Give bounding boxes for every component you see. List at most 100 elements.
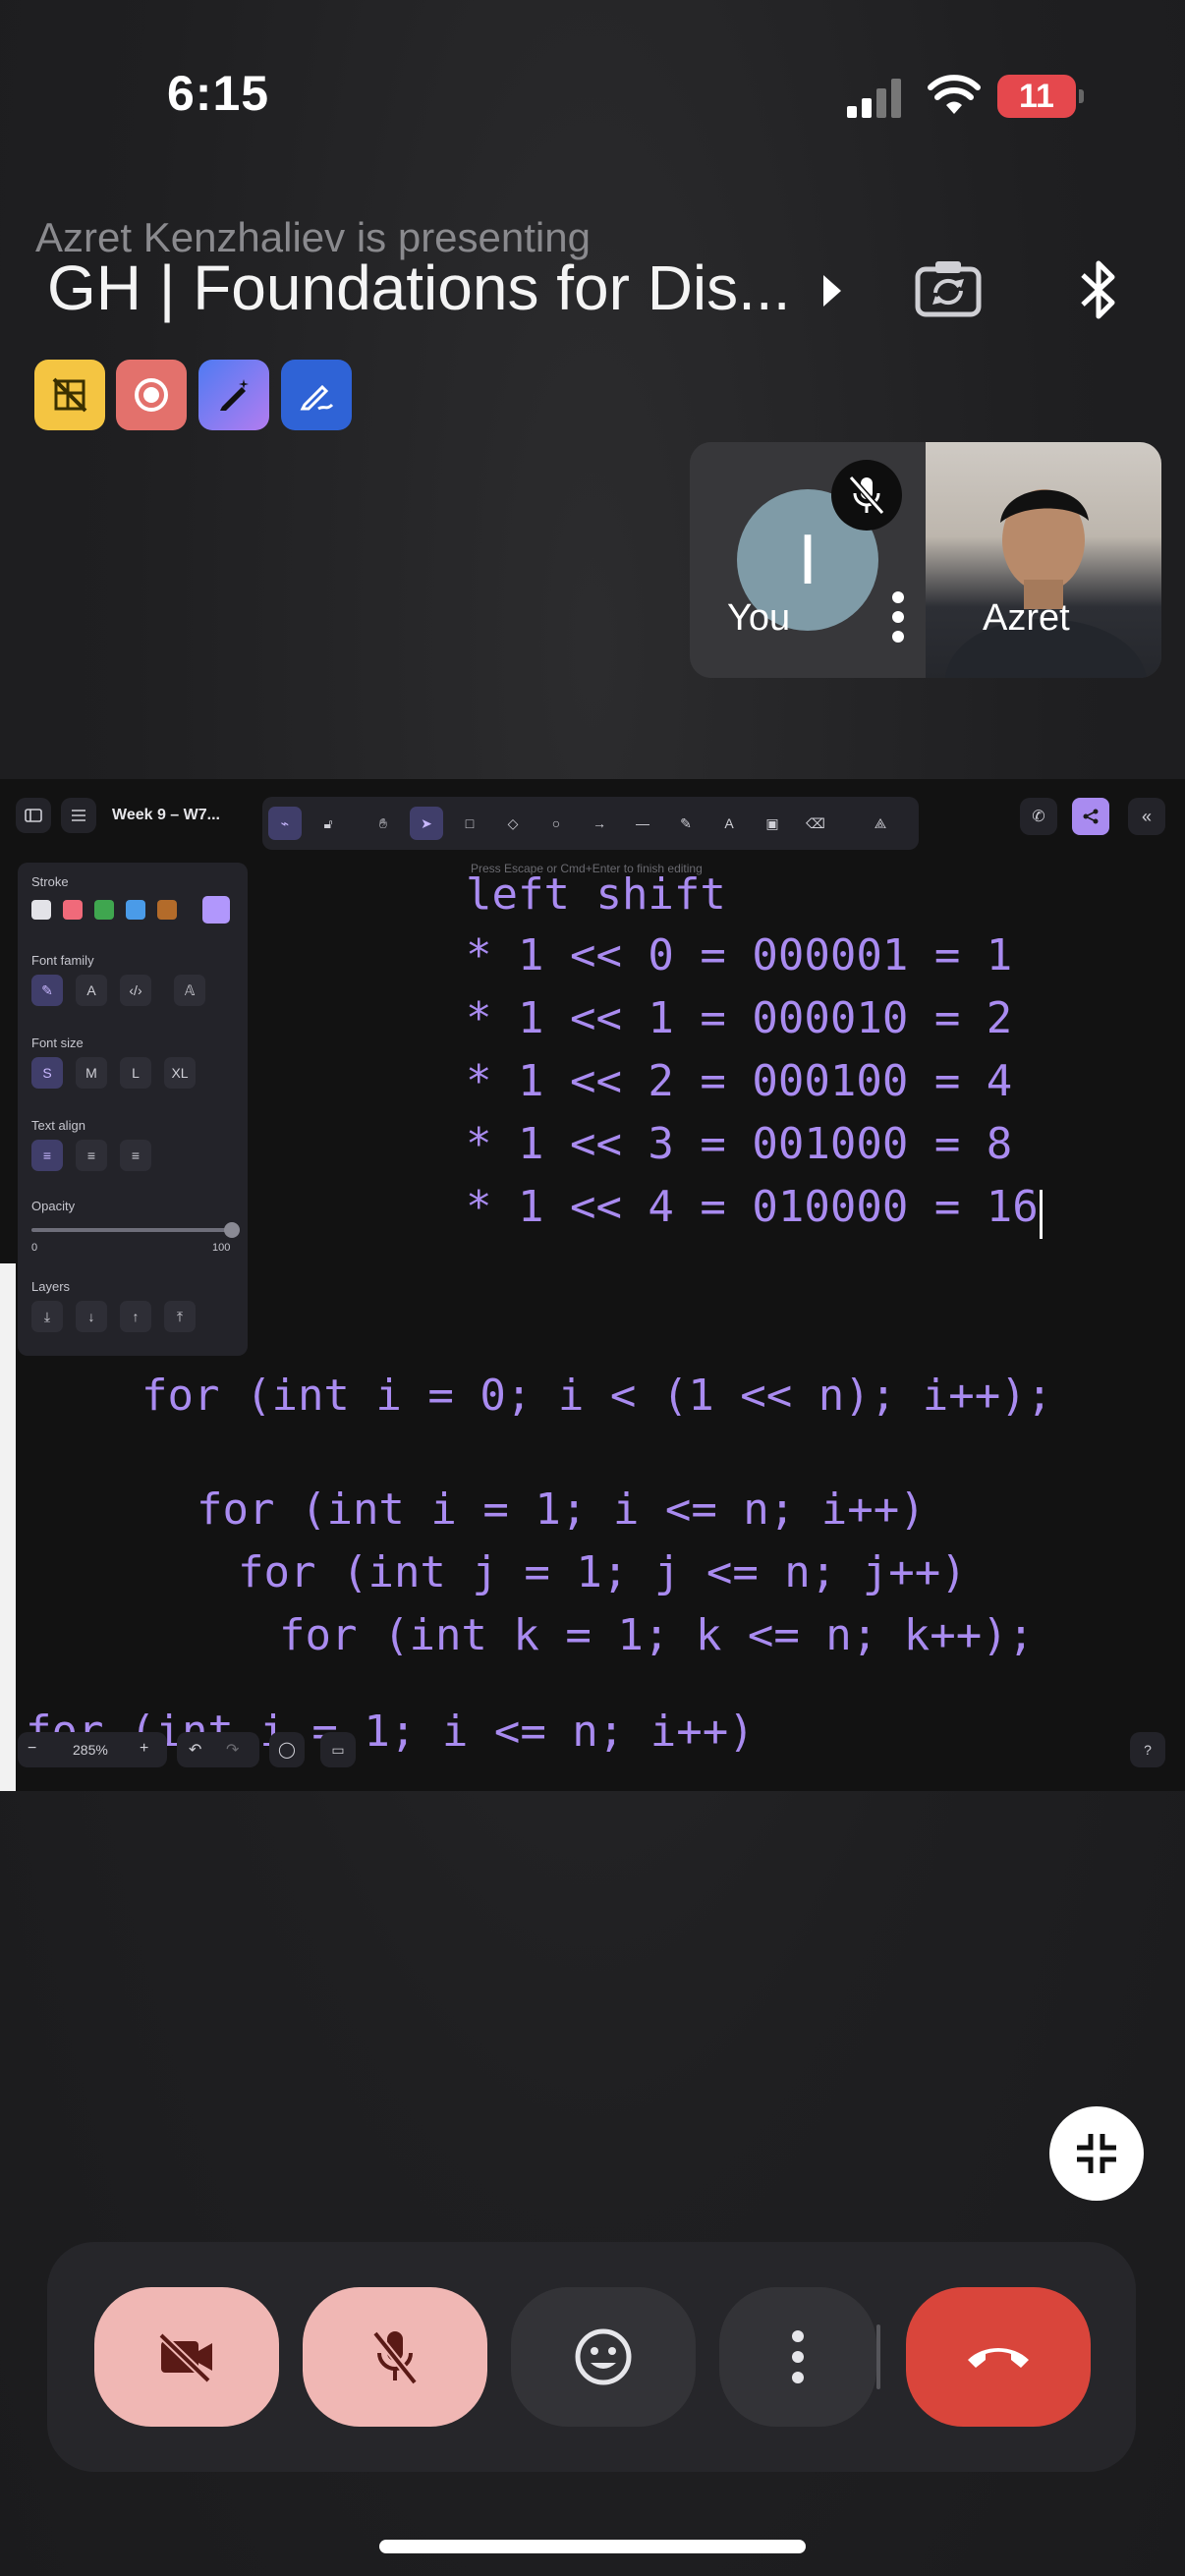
lock-icon[interactable]: 🔓︎ — [311, 807, 345, 840]
more-options-button[interactable] — [719, 2287, 876, 2427]
collapse-icon — [1077, 2134, 1116, 2173]
zoom-controls: − 285% + — [18, 1732, 167, 1767]
send-to-back-button[interactable]: ⤓ — [31, 1301, 63, 1332]
switch-camera-icon[interactable] — [914, 257, 983, 320]
camera-toggle-button[interactable] — [94, 2287, 279, 2427]
more-tools-icon[interactable]: ⟁ — [864, 807, 897, 840]
drawing-toolbar: ⌁ 🔓︎ ✋︎ ➤ □ ◇ ○ → — ✎ A ▣ ⌫ ⟁ — [262, 797, 919, 850]
more-options-icon[interactable] — [890, 589, 906, 644]
diamond-tool-icon[interactable]: ◇ — [496, 807, 530, 840]
font-size-m-button[interactable]: M — [76, 1057, 107, 1089]
call-controls-bar — [47, 2242, 1136, 2472]
draw-tool-icon[interactable]: ✎ — [669, 807, 703, 840]
share-button[interactable] — [1072, 798, 1109, 835]
presentation-button[interactable]: ▭ — [320, 1732, 356, 1767]
font-size-l-button[interactable]: L — [120, 1057, 151, 1089]
document-name[interactable]: Week 9 – W7... — [112, 807, 220, 824]
shared-screen[interactable]: Week 9 – W7... ⌁ 🔓︎ ✋︎ ➤ □ ◇ ○ → — ✎ A ▣… — [0, 779, 1185, 1791]
font-hand-drawn-button[interactable]: ✎ — [31, 975, 63, 1006]
stroke-color-red[interactable] — [63, 900, 83, 920]
exit-fullscreen-button[interactable] — [1049, 2106, 1144, 2201]
participant-video — [945, 489, 1147, 678]
help-icon[interactable]: ? — [1130, 1732, 1165, 1767]
font-code-button[interactable]: ‹/› — [120, 975, 151, 1006]
canvas-text-line-3[interactable]: * 1 << 2 = 000100 = 4 — [466, 1056, 1012, 1106]
left-edge-panel — [0, 1263, 16, 1791]
font-normal-button[interactable]: A — [76, 975, 107, 1006]
align-right-button[interactable]: ≡ — [120, 1140, 151, 1171]
more-vertical-icon — [792, 2330, 804, 2383]
stroke-color-blue[interactable] — [126, 900, 145, 920]
send-backward-button[interactable]: ↓ — [76, 1301, 107, 1332]
main-menu-button[interactable] — [61, 798, 96, 833]
canvas-text-line-2[interactable]: * 1 << 1 = 000010 = 2 — [466, 993, 1012, 1043]
stroke-color-selected[interactable] — [202, 896, 230, 924]
annotation-tool-1[interactable] — [34, 360, 105, 430]
home-indicator[interactable] — [379, 2540, 806, 2553]
font-size-xl-button[interactable]: XL — [164, 1057, 196, 1089]
bring-forward-button[interactable]: ↑ — [120, 1301, 151, 1332]
stroke-color-orange[interactable] — [157, 900, 177, 920]
zoom-in-button[interactable]: + — [140, 1740, 148, 1758]
sidebar-toggle-button[interactable] — [16, 798, 51, 833]
canvas-text-line-1[interactable]: * 1 << 0 = 000001 = 1 — [466, 930, 1012, 980]
eraser-tool-icon[interactable]: ⌫ — [799, 807, 832, 840]
reactions-button[interactable] — [511, 2287, 696, 2427]
mic-toggle-button[interactable] — [303, 2287, 487, 2427]
magic-pen-button[interactable] — [198, 360, 269, 430]
record-button[interactable] — [116, 360, 187, 430]
record-icon — [135, 378, 168, 412]
font-size-s-button[interactable]: S — [31, 1057, 63, 1089]
avatar-initial: I — [797, 521, 818, 599]
collapse-panel-button[interactable]: « — [1128, 798, 1165, 835]
canvas-code-line-3[interactable]: for (int j = 1; j <= n; j++) — [238, 1547, 967, 1597]
canvas-code-line-4[interactable]: for (int k = 1; k <= n; k++); — [279, 1610, 1034, 1660]
canvas-code-line-2[interactable]: for (int i = 1; i <= n; i++) — [197, 1484, 926, 1535]
zoom-level[interactable]: 285% — [73, 1742, 108, 1758]
canvas-text-left-shift[interactable]: left shift — [466, 869, 726, 920]
opacity-slider-thumb[interactable] — [224, 1222, 240, 1238]
participant-tile-azret[interactable]: Azret — [926, 442, 1161, 678]
self-label: You — [727, 597, 791, 639]
select-tool-icon[interactable]: ➤ — [410, 807, 443, 840]
canvas-code-line-1[interactable]: for (int i = 0; i < (1 << n); i++); — [141, 1371, 1052, 1421]
battery-indicator: 11 — [997, 75, 1084, 118]
magic-pen-icon — [220, 379, 249, 411]
comment-button[interactable]: ◯ — [269, 1732, 305, 1767]
opacity-slider[interactable] — [31, 1228, 232, 1232]
undo-icon[interactable]: ↶ — [189, 1740, 201, 1760]
stroke-label: Stroke — [31, 874, 69, 889]
bluetooth-icon[interactable] — [1077, 257, 1122, 322]
hand-tool-icon[interactable]: ✋︎ — [367, 807, 400, 840]
font-more-button[interactable]: 𝔸 — [174, 975, 205, 1006]
rectangle-tool-icon[interactable]: □ — [453, 807, 486, 840]
wifi-icon — [928, 75, 981, 114]
mic-off-icon — [371, 2330, 419, 2385]
participant-name: Azret — [983, 597, 1070, 639]
keep-tool-active-button[interactable]: ⌁ — [268, 807, 302, 840]
text-tool-icon[interactable]: A — [712, 807, 746, 840]
font-family-label: Font family — [31, 953, 94, 968]
align-left-button[interactable]: ≡ — [31, 1140, 63, 1171]
chevron-right-icon[interactable] — [823, 275, 841, 307]
canvas-text-line-5[interactable]: * 1 << 4 = 010000 = 16 — [466, 1182, 1039, 1232]
ellipse-tool-icon[interactable]: ○ — [539, 807, 573, 840]
zoom-out-button[interactable]: − — [28, 1740, 36, 1758]
end-call-button[interactable] — [906, 2287, 1091, 2427]
self-view-tile[interactable]: I You — [690, 442, 926, 678]
image-tool-icon[interactable]: ▣ — [756, 807, 789, 840]
stroke-color-white[interactable] — [31, 900, 51, 920]
call-button[interactable]: ✆ — [1020, 798, 1057, 835]
properties-panel: Stroke Font family ✎ A ‹/› 𝔸 Font size S… — [18, 863, 248, 1356]
camera-off-icon — [158, 2332, 212, 2382]
line-tool-icon[interactable]: — — [626, 807, 659, 840]
arrow-tool-icon[interactable]: → — [583, 807, 616, 840]
align-center-button[interactable]: ≡ — [76, 1140, 107, 1171]
annotate-button[interactable] — [281, 360, 352, 430]
redo-icon[interactable]: ↷ — [226, 1740, 239, 1760]
participant-tiles: I You Azret — [690, 442, 1161, 678]
stroke-color-green[interactable] — [94, 900, 114, 920]
canvas-text-line-4[interactable]: * 1 << 3 = 001000 = 8 — [466, 1119, 1012, 1169]
meeting-title[interactable]: GH | Foundations for Dis... — [47, 252, 790, 324]
bring-to-front-button[interactable]: ⤒ — [164, 1301, 196, 1332]
